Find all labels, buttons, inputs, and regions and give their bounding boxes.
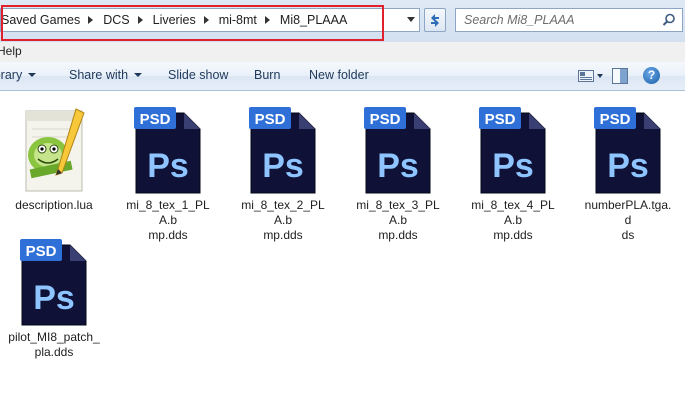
slide-show-button[interactable]: Slide show bbox=[168, 68, 228, 82]
file-name-line1: mi_8_tex_3_PLA.b bbox=[356, 198, 440, 227]
preview-pane-icon[interactable] bbox=[612, 68, 628, 84]
psd-label: PSD bbox=[600, 111, 631, 128]
file-item[interactable]: description.lua bbox=[6, 99, 102, 213]
burn-button[interactable]: Burn bbox=[254, 68, 280, 82]
search-input[interactable]: Search Mi8_PLAAA bbox=[455, 8, 683, 32]
file-name-line2: pla.dds bbox=[34, 345, 74, 359]
psd-label: PSD bbox=[140, 111, 171, 128]
search-icon[interactable] bbox=[662, 13, 676, 27]
share-with-label: Share with bbox=[69, 68, 129, 82]
file-name-line1: mi_8_tex_1_PLA.b bbox=[126, 198, 210, 227]
chevron-down-icon bbox=[28, 73, 37, 77]
crumb-separator-icon[interactable] bbox=[137, 16, 143, 24]
file-name: pilot_MI8_patch_ pla.dds bbox=[6, 330, 102, 360]
file-name: description.lua bbox=[6, 198, 102, 213]
psd-label: PSD bbox=[370, 111, 401, 128]
psd-icon: PSD Ps bbox=[18, 231, 90, 327]
view-dropdown-icon[interactable] bbox=[597, 74, 603, 78]
address-row: Saved Games DCS Liveries mi-8mt Mi8_PLAA… bbox=[0, 0, 685, 42]
file-name: numberPLA.tga.d ds bbox=[580, 198, 676, 243]
change-view-icon[interactable] bbox=[578, 70, 594, 82]
menu-bar: Help bbox=[0, 42, 685, 63]
refresh-icon bbox=[431, 14, 439, 27]
ps-logo-text: Ps bbox=[147, 147, 189, 185]
file-item[interactable]: PSD Ps mi_8_tex_3_PLA.b mp.dds bbox=[350, 99, 446, 243]
file-name-line1: numberPLA.tga.d bbox=[584, 198, 672, 227]
psd-label: PSD bbox=[26, 243, 57, 260]
file-item[interactable]: PSD Ps pilot_MI8_patch_ pla.dds bbox=[6, 231, 102, 360]
refresh-button[interactable] bbox=[424, 8, 446, 32]
file-name-line2: mp.dds bbox=[493, 228, 533, 242]
crumb-mi-8mt[interactable]: mi-8mt bbox=[219, 13, 257, 27]
psd-icon: PSD Ps bbox=[362, 99, 434, 195]
crumb-liveries[interactable]: Liveries bbox=[153, 13, 196, 27]
file-name-line1: mi_8_tex_2_PLA.b bbox=[241, 198, 325, 227]
file-name: mi_8_tex_1_PLA.b mp.dds bbox=[120, 198, 216, 243]
file-name-line2: ds bbox=[621, 228, 635, 242]
file-view: description.lua PSD Ps mi_8_tex_1_PLA.b … bbox=[0, 91, 685, 405]
psd-icon: PSD Ps bbox=[247, 99, 319, 195]
file-name-line2: mp.dds bbox=[148, 228, 188, 242]
crumb-separator-icon[interactable] bbox=[203, 16, 209, 24]
file-item[interactable]: PSD Ps mi_8_tex_1_PLA.b mp.dds bbox=[120, 99, 216, 243]
share-with-button[interactable]: Share with bbox=[69, 68, 143, 82]
crumb-separator-icon[interactable] bbox=[264, 16, 270, 24]
file-item[interactable]: PSD Ps mi_8_tex_4_PLA.b mp.dds bbox=[465, 99, 561, 243]
new-folder-button[interactable]: New folder bbox=[309, 68, 369, 82]
file-name: mi_8_tex_2_PLA.b mp.dds bbox=[235, 198, 331, 243]
file-name: mi_8_tex_3_PLA.b mp.dds bbox=[350, 198, 446, 243]
notepad-plus-plus-icon bbox=[18, 99, 90, 195]
psd-icon: PSD Ps bbox=[592, 99, 664, 195]
ps-logo-text: Ps bbox=[377, 147, 419, 185]
address-history-dropdown-icon[interactable] bbox=[407, 17, 415, 22]
chevron-down-icon bbox=[134, 73, 143, 77]
file-item[interactable]: PSD Ps mi_8_tex_2_PLA.b mp.dds bbox=[235, 99, 331, 243]
crumb-mi8-plaaa[interactable]: Mi8_PLAAA bbox=[280, 13, 347, 27]
crumb-dcs[interactable]: DCS bbox=[103, 13, 129, 27]
file-name-line1: pilot_MI8_patch_ bbox=[8, 330, 100, 344]
file-name-line2: mp.dds bbox=[263, 228, 303, 242]
library-button[interactable]: Library bbox=[0, 68, 37, 82]
file-name-line1: mi_8_tex_4_PLA.b bbox=[471, 198, 555, 227]
file-item[interactable]: PSD Ps numberPLA.tga.d ds bbox=[580, 99, 676, 243]
crumb-saved-games[interactable]: Saved Games bbox=[1, 13, 80, 27]
psd-icon: PSD Ps bbox=[132, 99, 204, 195]
file-name: mi_8_tex_4_PLA.b mp.dds bbox=[465, 198, 561, 243]
file-name-line2: mp.dds bbox=[378, 228, 418, 242]
ps-logo-text: Ps bbox=[607, 147, 649, 185]
ps-logo-text: Ps bbox=[33, 279, 75, 317]
menu-help[interactable]: Help bbox=[0, 44, 22, 58]
crumb-separator-icon[interactable] bbox=[88, 16, 94, 24]
address-bar[interactable]: Saved Games DCS Liveries mi-8mt Mi8_PLAA… bbox=[0, 8, 420, 32]
file-name-line1: description.lua bbox=[15, 198, 93, 212]
psd-label: PSD bbox=[485, 111, 516, 128]
library-label: Library bbox=[0, 68, 23, 82]
ps-logo-text: Ps bbox=[492, 147, 534, 185]
breadcrumb: Saved Games DCS Liveries mi-8mt Mi8_PLAA… bbox=[1, 13, 347, 27]
ps-logo-text: Ps bbox=[262, 147, 304, 185]
psd-label: PSD bbox=[255, 111, 286, 128]
help-icon[interactable]: ? bbox=[643, 67, 660, 84]
psd-icon: PSD Ps bbox=[477, 99, 549, 195]
search-placeholder: Search Mi8_PLAAA bbox=[464, 13, 575, 27]
command-bar: Library Share with Slide show Burn New f… bbox=[0, 62, 685, 91]
